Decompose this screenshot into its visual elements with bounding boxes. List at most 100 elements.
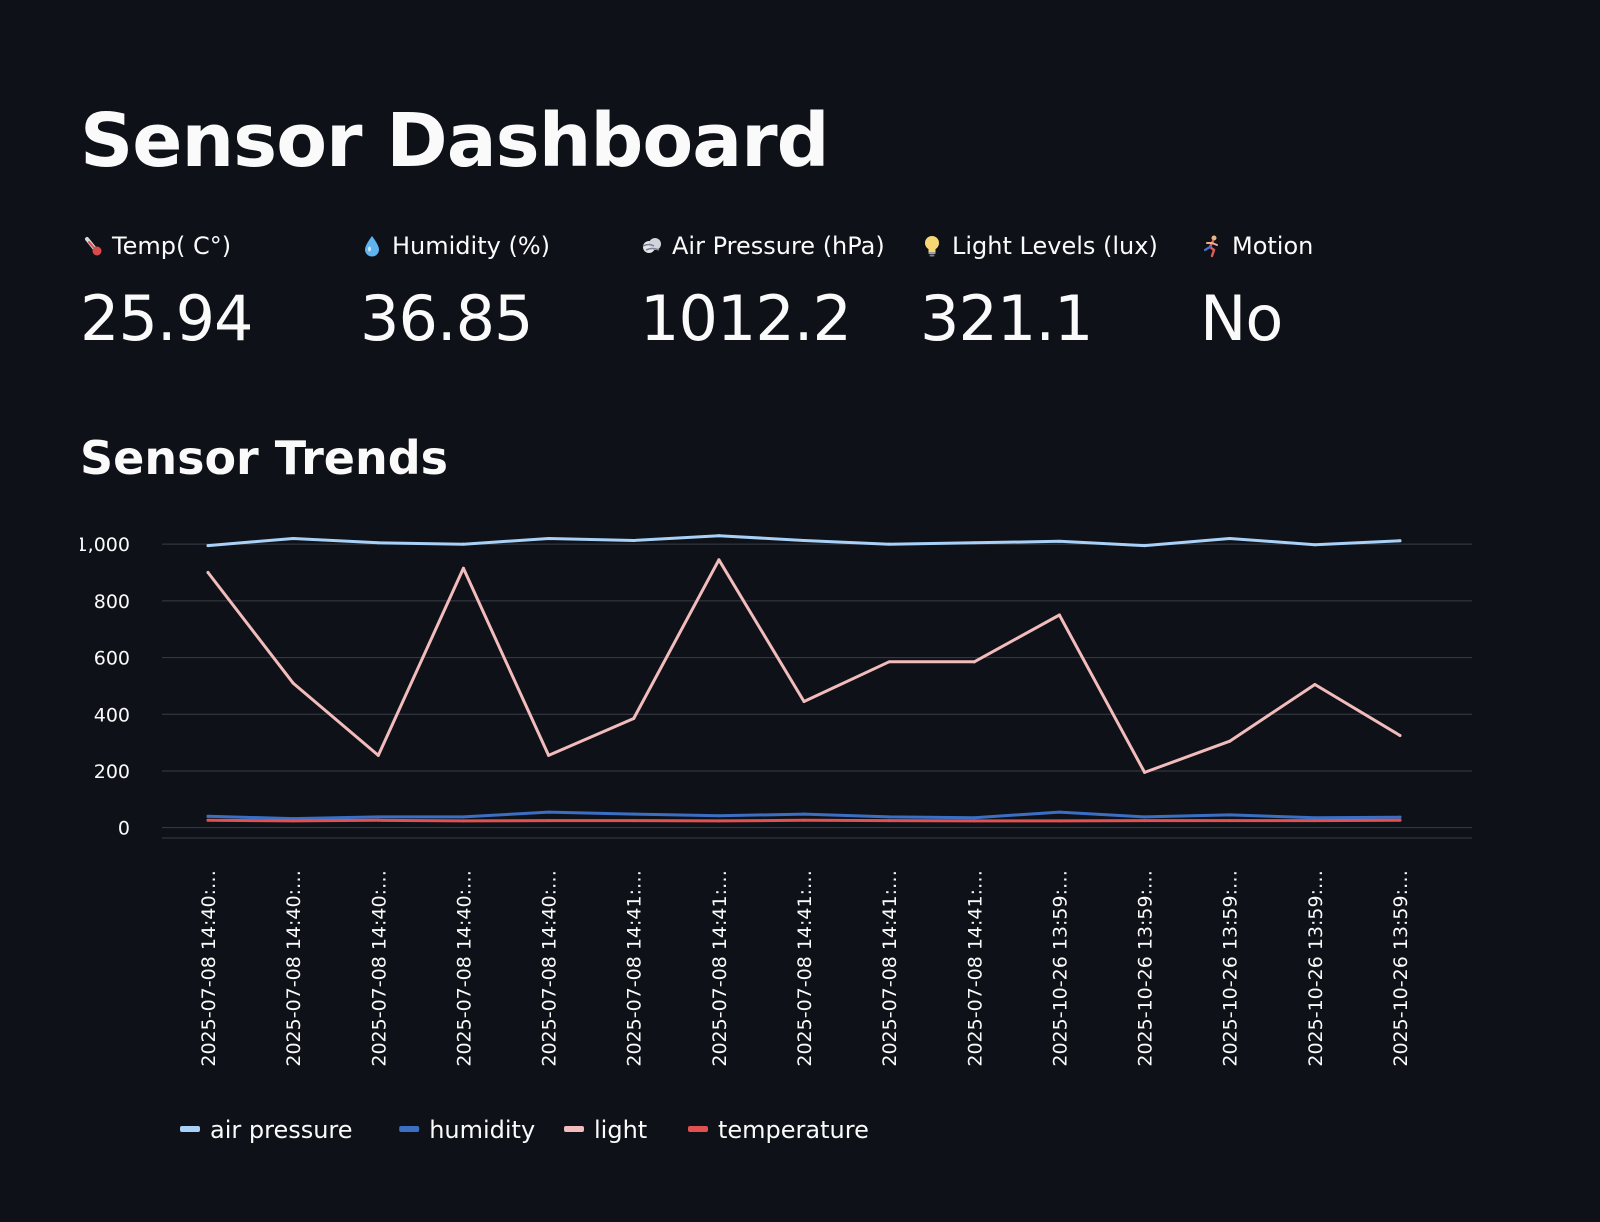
data-point — [1143, 544, 1147, 548]
legend-swatch — [180, 1126, 200, 1132]
x-tick-label: 2025-07-08 14:40:… — [283, 870, 305, 1067]
metric-temperature: Temp( C°) 25.94 — [80, 226, 350, 366]
wind-icon — [640, 234, 664, 258]
metric-air-pressure: Air Pressure (hPa) 1012.2 — [640, 226, 910, 366]
x-tick-label: 2025-10-26 13:59:… — [1390, 870, 1412, 1067]
data-point — [1228, 739, 1232, 743]
data-point — [717, 819, 721, 823]
data-point — [972, 819, 976, 823]
metrics-row: Temp( C°) 25.94 Humidity (%) 36.85 Air P… — [80, 226, 1520, 366]
x-tick-label: 2025-07-08 14:41:… — [964, 870, 986, 1067]
data-point — [206, 814, 210, 818]
data-point — [1057, 819, 1061, 823]
metric-value: 36.85 — [360, 282, 534, 355]
data-point — [376, 815, 380, 819]
y-tick-label: 200 — [94, 761, 130, 783]
y-tick-label: 0 — [118, 818, 130, 840]
y-tick-label: 1,000 — [80, 534, 130, 556]
thermometer-icon — [80, 234, 104, 258]
data-point — [972, 816, 976, 820]
legend-swatch — [564, 1126, 584, 1132]
legend-label: temperature — [718, 1116, 869, 1144]
lightbulb-icon — [920, 234, 944, 258]
data-point — [376, 753, 380, 757]
metric-label-text: Humidity (%) — [392, 232, 550, 260]
data-point — [1313, 683, 1317, 686]
data-point — [291, 819, 295, 823]
data-point — [547, 819, 551, 823]
data-point — [887, 542, 891, 546]
data-point — [802, 818, 806, 822]
data-point — [206, 818, 210, 822]
metric-label: Temp( C°) — [80, 226, 350, 266]
data-point — [461, 542, 465, 546]
metric-motion: Motion No — [1200, 226, 1470, 366]
x-tick-label: 2025-07-08 14:40:… — [453, 870, 475, 1067]
data-point — [461, 819, 465, 823]
data-point — [887, 660, 891, 664]
metric-value: 1012.2 — [640, 282, 852, 355]
data-point — [1398, 539, 1402, 543]
data-point — [1313, 543, 1317, 547]
data-point — [972, 660, 976, 664]
data-point — [1228, 537, 1232, 541]
section-title: Sensor Trends — [80, 431, 449, 485]
data-point — [461, 815, 465, 819]
running-person-icon — [1200, 234, 1224, 258]
data-point — [972, 541, 976, 545]
metric-label: Light Levels (lux) — [920, 226, 1190, 266]
data-point — [1398, 815, 1402, 819]
data-point — [632, 819, 636, 823]
data-point — [1057, 613, 1061, 617]
x-tick-label: 2025-10-26 13:59:… — [1220, 870, 1242, 1067]
data-point — [632, 717, 636, 721]
data-point — [632, 538, 636, 542]
x-tick-label: 2025-07-08 14:40:… — [368, 870, 390, 1067]
y-tick-label: 400 — [94, 704, 130, 726]
legend-label: air pressure — [210, 1116, 353, 1144]
metric-value: 321.1 — [920, 282, 1094, 355]
legend-label: humidity — [429, 1116, 535, 1144]
main-content: Sensor Dashboard Temp( C°) 25.94 Humidit… — [80, 0, 1520, 1222]
data-point — [376, 541, 380, 545]
data-point — [1398, 818, 1402, 822]
data-point — [291, 537, 295, 541]
data-point — [717, 814, 721, 818]
data-point — [461, 566, 465, 570]
data-point — [802, 812, 806, 816]
data-point — [887, 819, 891, 823]
data-point — [1228, 813, 1232, 817]
metric-label-text: Light Levels (lux) — [952, 232, 1158, 260]
data-point — [1143, 815, 1147, 819]
data-point — [717, 534, 721, 538]
metric-value: 25.94 — [80, 282, 254, 355]
x-tick-label: 2025-10-26 13:59:… — [1049, 870, 1071, 1067]
legend-swatch — [688, 1126, 708, 1132]
page-title: Sensor Dashboard — [80, 98, 830, 184]
metric-label-text: Motion — [1232, 232, 1314, 260]
metric-label-text: Temp( C°) — [112, 232, 232, 260]
data-point — [802, 538, 806, 542]
metric-humidity: Humidity (%) 36.85 — [360, 226, 630, 366]
y-tick-label: 600 — [94, 648, 130, 670]
metric-label: Humidity (%) — [360, 226, 630, 266]
data-point — [206, 571, 210, 575]
data-point — [632, 812, 636, 816]
data-point — [1057, 539, 1061, 543]
data-point — [887, 815, 891, 819]
metric-label: Motion — [1200, 226, 1470, 266]
x-tick-label: 2025-07-08 14:41:… — [879, 870, 901, 1067]
data-point — [1057, 810, 1061, 814]
x-tick-label: 2025-07-08 14:40:… — [539, 870, 561, 1067]
data-point — [1313, 819, 1317, 823]
legend-swatch — [399, 1126, 420, 1132]
data-point — [291, 681, 295, 685]
metric-label: Air Pressure (hPa) — [640, 226, 910, 266]
legend-label: light — [594, 1116, 647, 1144]
data-point — [717, 558, 721, 562]
x-tick-label: 2025-07-08 14:41:… — [624, 870, 646, 1067]
data-point — [802, 700, 806, 704]
x-tick-label: 2025-10-26 13:59:… — [1305, 870, 1327, 1067]
data-point — [547, 753, 551, 757]
sensor-trends-chart: 1,000 800 600 400 200 0 2025-07-08 14:40:… 2025… — [80, 510, 1560, 1200]
